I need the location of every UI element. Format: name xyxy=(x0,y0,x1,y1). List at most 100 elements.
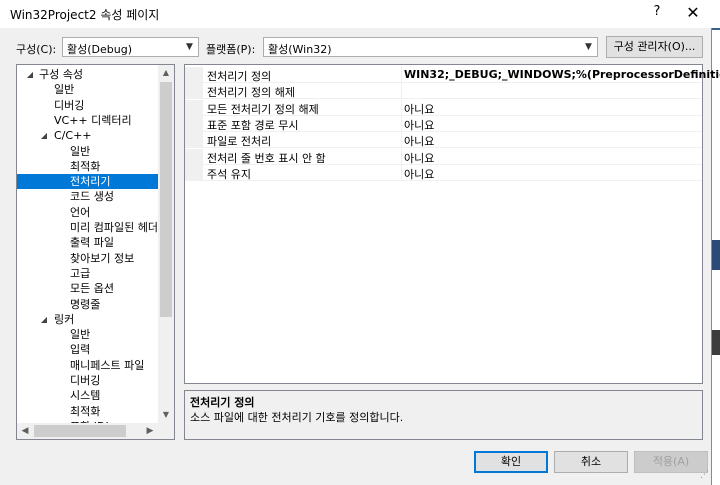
tree-item-label: 최적화 xyxy=(70,159,101,173)
property-value[interactable]: WIN32;_DEBUG;_WINDOWS;%(PreprocessorDefi… xyxy=(404,68,720,81)
tree-item-label: 일반 xyxy=(70,144,91,158)
tree-item[interactable]: 일반 xyxy=(17,144,158,159)
tree-item-label: 링커 xyxy=(54,312,75,326)
title-bar: Win32Project2 속성 페이지 ? ✕ xyxy=(0,0,712,28)
close-button[interactable]: ✕ xyxy=(680,2,706,24)
background-window-edge xyxy=(712,28,720,30)
property-value[interactable]: 아니요 xyxy=(404,117,434,133)
property-grid: 전처리기 정의 WIN32;_DEBUG;_WINDOWS;%(Preproces… xyxy=(184,64,720,384)
row-gutter xyxy=(185,148,203,165)
background-window-edge xyxy=(712,240,720,270)
column-divider xyxy=(401,115,402,132)
tree-item[interactable]: ◢ 링커 xyxy=(17,312,158,327)
tree-item-label: 명령줄 xyxy=(70,297,101,311)
column-divider xyxy=(401,99,402,116)
tree-item-label: 코드 생성 xyxy=(70,190,114,204)
row-gutter xyxy=(185,164,203,181)
row-gutter xyxy=(185,67,203,83)
tree-item-label: C/C++ xyxy=(54,129,92,143)
scrollbar-thumb[interactable] xyxy=(34,425,126,437)
chevron-down-icon: ▼ xyxy=(186,42,193,52)
tree-item-label: 미리 컴파일된 헤더 xyxy=(70,221,158,234)
property-row[interactable]: 전처리기 정의 해제 xyxy=(185,83,702,100)
tree-item-label: 일반 xyxy=(70,328,91,342)
tree-item[interactable]: 매니페스트 파일 xyxy=(17,358,158,373)
scroll-right-icon[interactable]: ▶ xyxy=(142,423,158,439)
property-row[interactable]: 모든 전처리기 정의 해제 아니요 xyxy=(185,99,702,117)
scroll-down-icon[interactable]: ▼ xyxy=(158,407,174,423)
resize-grip-icon[interactable]: ⋰ xyxy=(700,470,710,480)
tree-item[interactable]: 최적화 xyxy=(17,404,158,419)
property-row[interactable]: 전처리 줄 번호 표시 안 함 아니요 xyxy=(185,148,702,166)
tree-item[interactable]: 출력 파일 xyxy=(17,235,158,250)
tree-item[interactable]: 언어 xyxy=(17,205,158,220)
platform-value: 활성(Win32) xyxy=(268,43,332,56)
tree-item[interactable]: 전처리기 xyxy=(17,174,158,190)
scrollbar-thumb[interactable] xyxy=(160,82,172,317)
tree-item[interactable]: 명령줄 xyxy=(17,297,158,312)
property-name: 전처리기 정의 xyxy=(207,70,272,83)
column-divider xyxy=(401,148,402,165)
tree-item[interactable]: 일반 xyxy=(17,82,158,97)
property-name: 전처리 줄 번호 표시 안 함 xyxy=(207,151,326,165)
cancel-button[interactable]: 취소 xyxy=(554,451,628,473)
property-value[interactable]: 아니요 xyxy=(404,150,434,166)
property-row[interactable]: 파일로 전처리 아니요 xyxy=(185,132,702,149)
column-divider xyxy=(401,132,402,149)
tree-item[interactable]: VC++ 디렉터리 xyxy=(17,113,158,128)
chevron-down-icon: ▼ xyxy=(585,42,592,52)
property-value[interactable]: 아니요 xyxy=(404,101,434,117)
property-value[interactable]: 아니요 xyxy=(404,166,434,182)
scroll-left-icon[interactable]: ◀ xyxy=(17,423,33,439)
tree-item-label: 구성 속성 xyxy=(39,68,83,81)
column-divider xyxy=(401,83,402,100)
tree-item[interactable]: 모든 옵션 xyxy=(17,281,158,296)
description-text: 소스 파일에 대한 전처리기 기호를 정의합니다. xyxy=(190,411,404,424)
tree-item[interactable]: 디버깅 xyxy=(17,98,158,113)
background-window-edge xyxy=(712,330,720,355)
tree-item-label: 전처리기 xyxy=(70,175,111,189)
tree-item[interactable]: 찾아보기 정보 xyxy=(17,251,158,266)
tree-item[interactable]: 일반 xyxy=(17,327,158,342)
tree-item[interactable]: 입력 xyxy=(17,342,158,357)
configuration-manager-button[interactable]: 구성 관리자(O)... xyxy=(606,36,703,58)
row-gutter xyxy=(185,115,203,132)
expand-toggle-icon[interactable]: ◢ xyxy=(39,312,49,327)
property-name: 전처리기 정의 해제 xyxy=(207,86,295,100)
ok-button[interactable]: 확인 xyxy=(474,451,548,473)
tree-item[interactable]: 고급 xyxy=(17,266,158,281)
tree-item[interactable]: 시스템 xyxy=(17,388,158,403)
scroll-up-icon[interactable]: ▲ xyxy=(158,65,174,81)
property-row[interactable]: 표준 포함 경로 무시 아니요 xyxy=(185,115,702,133)
tree-item[interactable]: 최적화 xyxy=(17,159,158,174)
property-row[interactable]: 전처리기 정의 WIN32;_DEBUG;_WINDOWS;%(Preproces… xyxy=(185,67,720,83)
tree-item[interactable]: 미리 컴파일된 헤더 xyxy=(17,220,158,235)
property-value[interactable]: 아니요 xyxy=(404,133,434,149)
property-row[interactable]: 주석 유지 아니요 xyxy=(185,164,702,182)
row-gutter xyxy=(185,99,203,116)
property-name: 표준 포함 경로 무시 xyxy=(207,118,299,132)
tree-item[interactable]: ◢ 구성 속성 xyxy=(17,67,158,82)
tree-item[interactable]: 코드 생성 xyxy=(17,189,158,204)
row-gutter xyxy=(185,83,203,100)
property-name: 파일로 전처리 xyxy=(207,135,272,149)
tree-item-label: 일반 xyxy=(54,83,75,97)
expand-toggle-icon[interactable]: ◢ xyxy=(39,128,49,143)
configuration-select[interactable]: 활성(Debug) ▼ xyxy=(62,37,199,57)
property-tree: ◢ 구성 속성 일반 디버깅 VC++ 디렉터리 ◢ C/C++ 일반 최적화 전처리기 코드 생성… xyxy=(16,64,175,440)
tree-item-label: 디버깅 xyxy=(54,98,85,112)
tree-item-label: 입력 xyxy=(70,343,91,357)
platform-select[interactable]: 활성(Win32) ▼ xyxy=(263,37,598,57)
tree-item[interactable]: 디버깅 xyxy=(17,373,158,388)
help-button[interactable]: ? xyxy=(647,4,667,19)
tree-horizontal-scrollbar[interactable]: ◀ ▶ xyxy=(17,423,158,439)
tree-item-label: 매니페스트 파일 xyxy=(70,358,145,372)
property-name: 모든 전처리기 정의 해제 xyxy=(207,102,319,116)
apply-button[interactable]: 적용(A) xyxy=(634,451,708,473)
tree-vertical-scrollbar[interactable]: ▲ ▼ xyxy=(158,65,174,423)
property-name: 주석 유지 xyxy=(207,167,251,181)
tree-item-label: 최적화 xyxy=(70,404,101,418)
expand-toggle-icon[interactable]: ◢ xyxy=(25,67,35,82)
tree-item[interactable]: ◢ C/C++ xyxy=(17,128,158,143)
configuration-label: 구성(C): xyxy=(16,43,57,56)
